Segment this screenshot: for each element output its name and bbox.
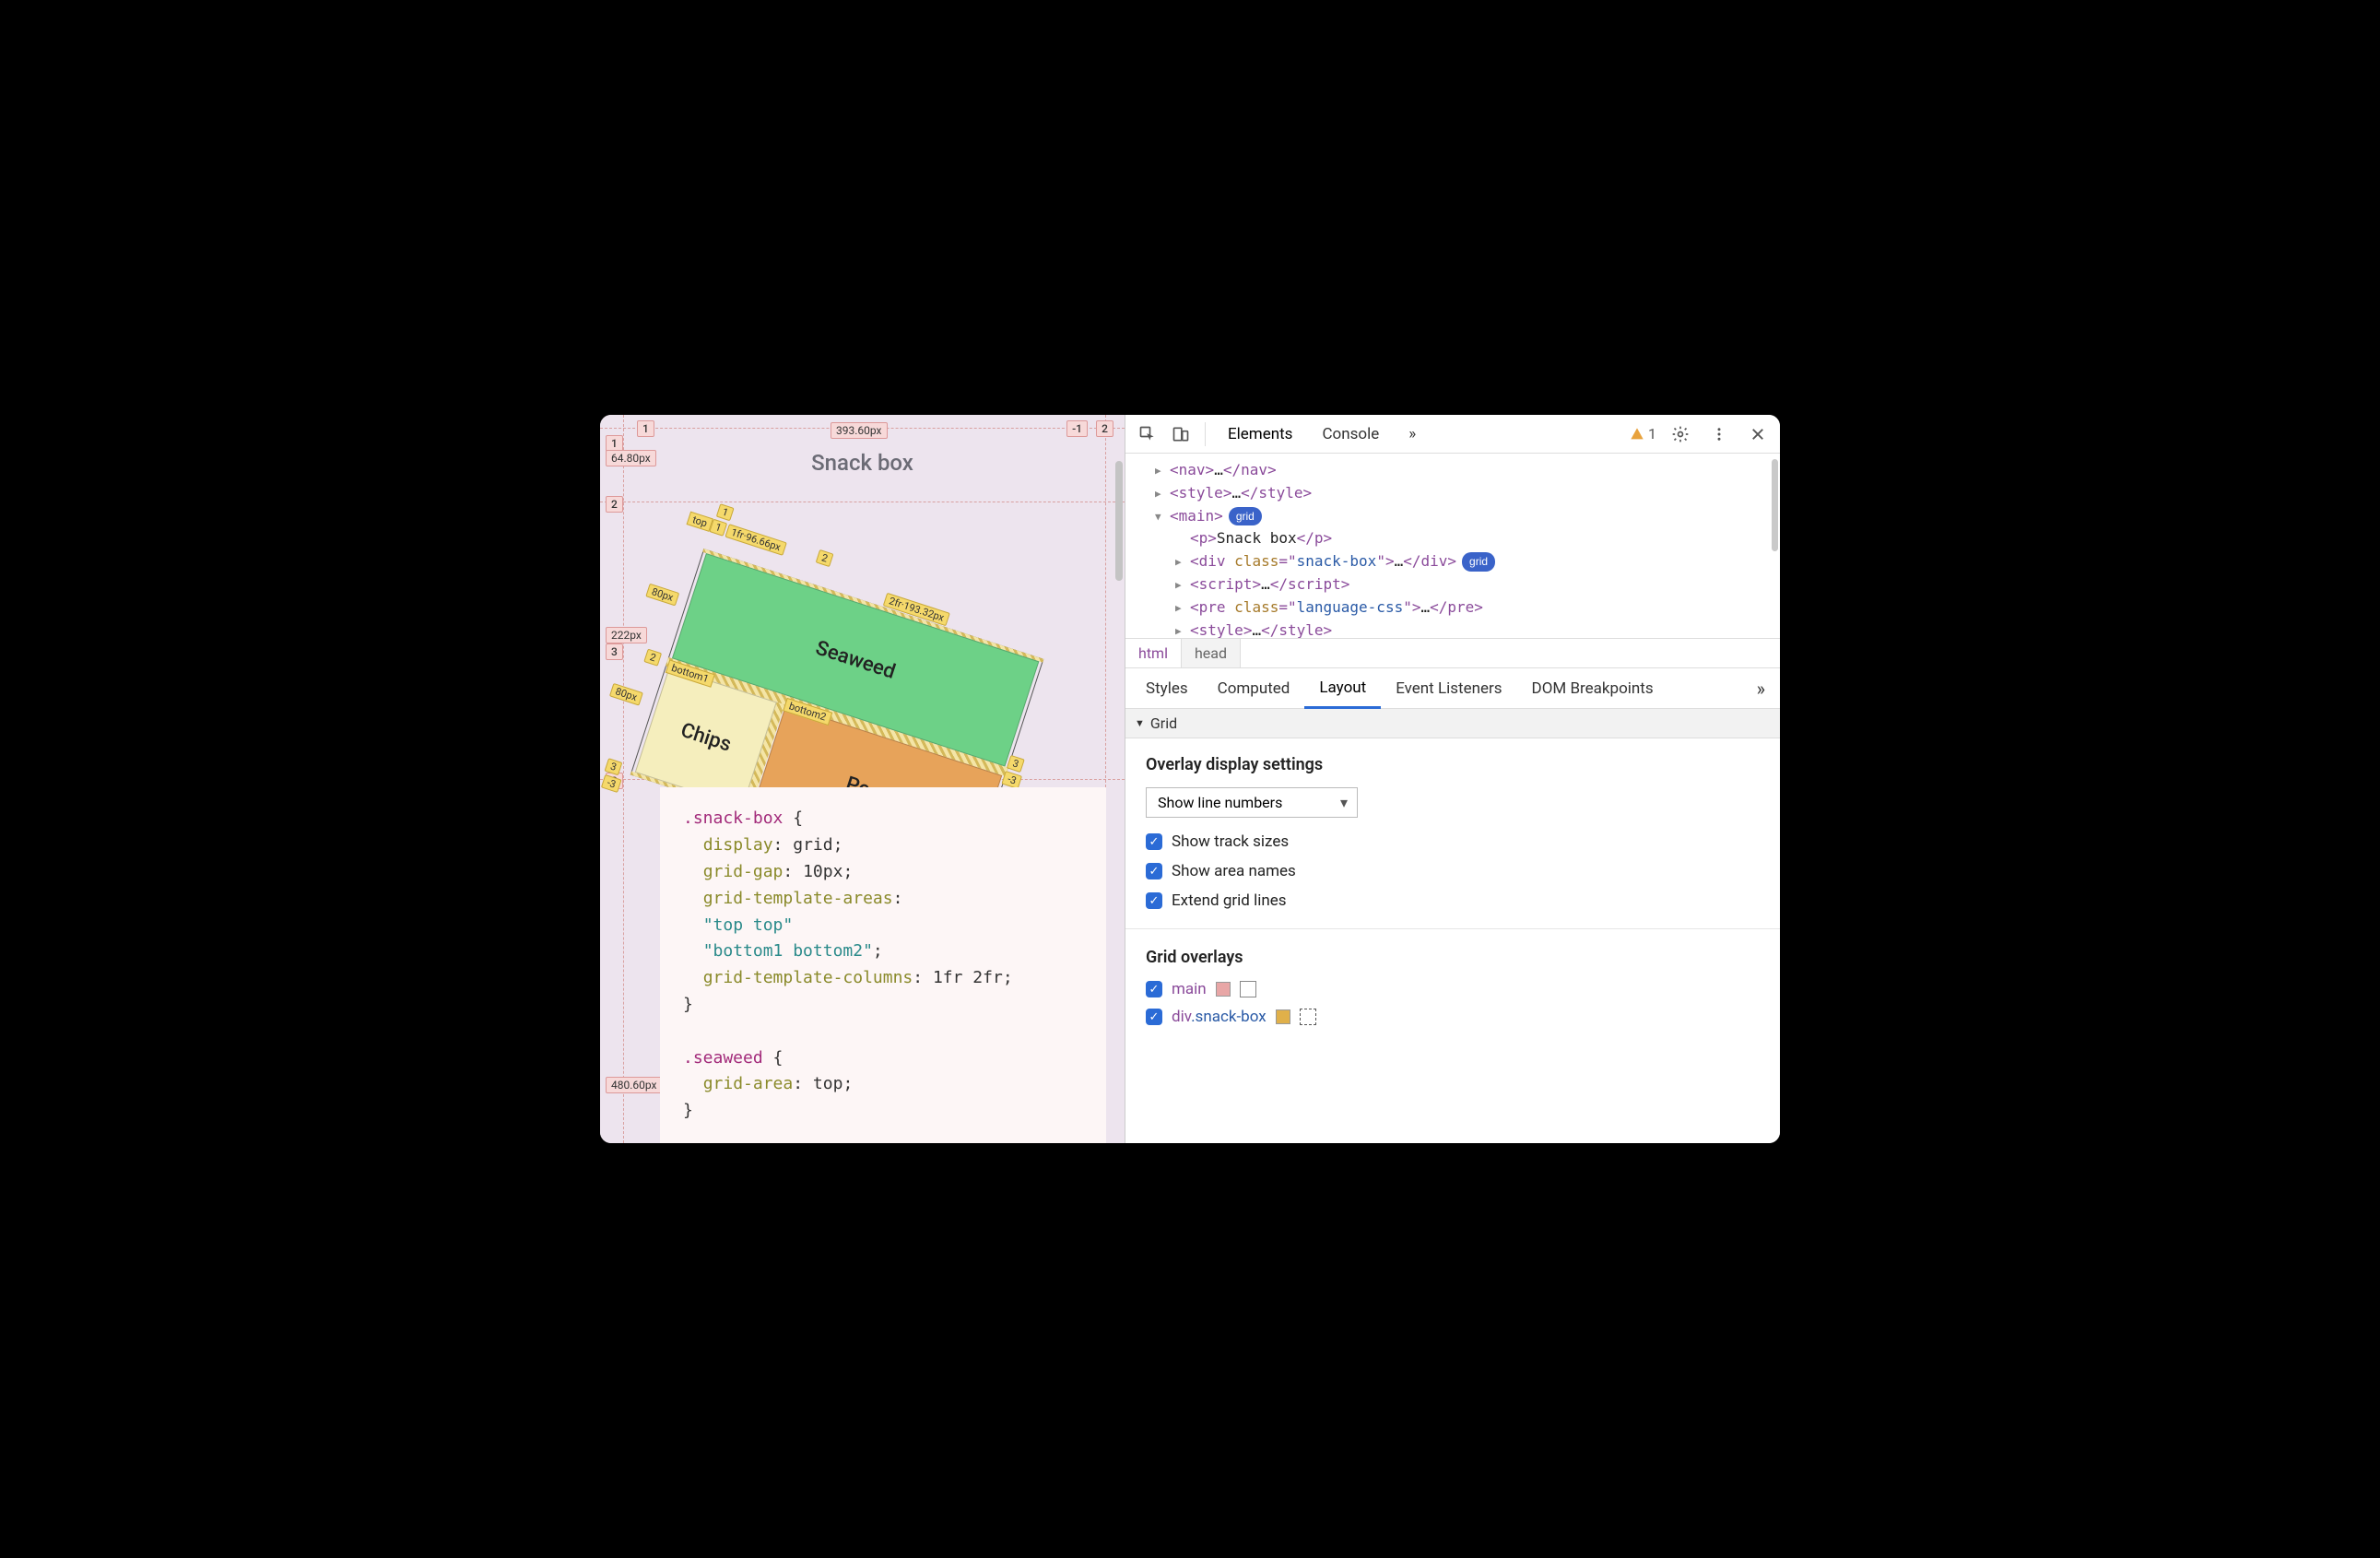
page-title: Snack box — [600, 450, 1125, 476]
close-icon[interactable] — [1743, 419, 1773, 449]
separator — [1205, 422, 1206, 446]
disclosure-triangle-icon: ▼ — [1135, 717, 1145, 729]
dom-node[interactable]: ▶<script>…</script> — [1144, 573, 1773, 596]
grid-dimension: 222px — [606, 627, 647, 643]
dom-tree[interactable]: ▶<nav>…</nav>▶<style>…</style>▼<main>gri… — [1125, 454, 1780, 638]
grid-line-number: 2 — [606, 496, 623, 513]
dom-node[interactable]: ▼<main>grid — [1144, 505, 1773, 528]
devtools-window: 1 -1 2 393.60px 1 64.80px 2 222px 3 3 48… — [600, 415, 1780, 1143]
grid-line-number: 1 — [637, 420, 654, 437]
devtools-panel: Elements Console » 1 ▶<nav>…</nav>▶<st — [1125, 415, 1780, 1143]
subtab-styles[interactable]: Styles — [1131, 668, 1203, 709]
grid-line-number: 2 — [816, 549, 834, 567]
grid-dimension: 80px — [645, 584, 679, 607]
layout-panel-body: Overlay display settings Show line numbe… — [1125, 738, 1780, 1143]
warning-count[interactable]: 1 — [1630, 425, 1656, 443]
grid-track-size: 1fr·96.66px — [725, 524, 786, 556]
grid-dimension: 480.60px — [606, 1077, 663, 1093]
highlight-element-icon[interactable] — [1240, 981, 1256, 997]
color-swatch[interactable] — [1276, 1009, 1290, 1024]
check-extend-lines: ✓ Extend grid lines — [1146, 891, 1760, 910]
dom-node[interactable]: ▶<nav>…</nav> — [1144, 459, 1773, 482]
grid-line-number: 2 — [1096, 420, 1113, 437]
warning-icon — [1630, 427, 1644, 442]
subtab-layout[interactable]: Layout — [1304, 668, 1381, 709]
subtab-dom-breakpoints[interactable]: DOM Breakpoints — [1517, 668, 1668, 709]
divider — [1125, 928, 1780, 929]
checkbox[interactable]: ✓ — [1146, 1009, 1162, 1025]
gridline-v — [623, 415, 624, 1143]
grid-overlays-title: Grid overlays — [1146, 948, 1760, 967]
grid-dimension: 393.60px — [831, 422, 888, 439]
subtab-computed[interactable]: Computed — [1203, 668, 1305, 709]
color-swatch[interactable] — [1216, 982, 1231, 997]
subtab-more[interactable]: » — [1748, 678, 1774, 700]
checkbox[interactable]: ✓ — [1146, 892, 1162, 909]
css-code-panel: .snack-box { display: grid; grid-gap: 10… — [660, 787, 1106, 1143]
tab-console[interactable]: Console — [1309, 415, 1392, 454]
dom-node[interactable]: ▶<div class="snack-box">…</div>grid — [1144, 550, 1773, 573]
grid-line-number: -3 — [1001, 771, 1022, 789]
check-area-names: ✓ Show area names — [1146, 862, 1760, 880]
dom-node[interactable]: ▶<style>…</style> — [1144, 482, 1773, 505]
highlight-element-icon[interactable] — [1300, 1009, 1316, 1025]
checkbox[interactable]: ✓ — [1146, 863, 1162, 879]
styles-subtabs: Styles Computed Layout Event Listeners D… — [1125, 668, 1780, 709]
overlay-element-name: div.snack-box — [1172, 1008, 1267, 1026]
settings-icon[interactable] — [1666, 419, 1695, 449]
subtab-event-listeners[interactable]: Event Listeners — [1381, 668, 1516, 709]
devtools-toolbar: Elements Console » 1 — [1125, 415, 1780, 454]
breadcrumb-html[interactable]: html — [1125, 639, 1181, 667]
inspect-element-icon[interactable] — [1133, 419, 1162, 449]
grid-line-number: 1 — [716, 503, 735, 521]
grid-section-header[interactable]: ▼ Grid — [1125, 709, 1780, 738]
checkbox[interactable]: ✓ — [1146, 981, 1162, 997]
tab-more[interactable]: » — [1396, 415, 1429, 454]
grid-line-number: 3 — [1007, 755, 1025, 773]
dom-node[interactable]: ▶<pre class="language-css">…</pre> — [1144, 596, 1773, 620]
grid-dimension: 80px — [609, 683, 643, 706]
dom-node[interactable]: <p>Snack box</p> — [1144, 527, 1773, 550]
grid-overlay-row: ✓ div.snack-box — [1146, 1008, 1760, 1026]
device-toolbar-icon[interactable] — [1166, 419, 1196, 449]
overlay-element-name: main — [1172, 980, 1207, 998]
grid-line-number: 2 — [643, 649, 662, 667]
checkbox[interactable]: ✓ — [1146, 833, 1162, 850]
grid-line-number: -1 — [1066, 420, 1088, 437]
grid-overlay-row: ✓ main — [1146, 980, 1760, 998]
check-track-sizes: ✓ Show track sizes — [1146, 832, 1760, 851]
dom-node[interactable]: ▶<style>…</style> — [1144, 620, 1773, 638]
breadcrumb: html head — [1125, 638, 1780, 668]
css-code: .snack-box { display: grid; grid-gap: 10… — [683, 806, 1083, 1125]
page-preview: 1 -1 2 393.60px 1 64.80px 2 222px 3 3 48… — [600, 415, 1125, 1143]
overlay-settings-title: Overlay display settings — [1146, 755, 1760, 774]
kebab-menu-icon[interactable] — [1704, 419, 1734, 449]
line-numbers-select[interactable]: Show line numbers — [1146, 787, 1358, 818]
grid-area-name: top — [687, 512, 713, 532]
grid-line-number: 3 — [606, 643, 623, 660]
tab-elements[interactable]: Elements — [1215, 415, 1305, 454]
breadcrumb-head[interactable]: head — [1181, 639, 1241, 667]
